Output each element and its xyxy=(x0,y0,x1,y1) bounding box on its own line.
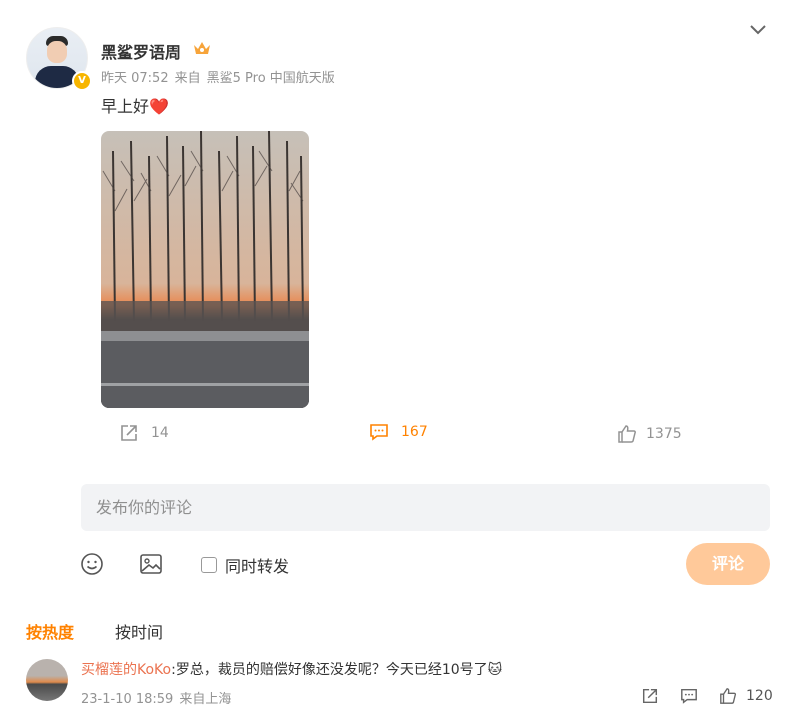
post-text: 早上好❤️ xyxy=(101,93,169,117)
repost-label: 同时转发 xyxy=(225,557,290,576)
chevron-down-icon[interactable] xyxy=(749,23,767,37)
repost-checkbox[interactable] xyxy=(201,557,217,573)
share-count: 14 xyxy=(151,425,169,441)
post-source: 黑鲨5 Pro 中国航天版 xyxy=(206,71,335,86)
comment-location: 来自上海 xyxy=(179,692,232,707)
comment-text: :罗总，裁员的赔偿好像还没发呢？今天已经10号了 xyxy=(171,662,488,678)
comment-icon xyxy=(370,424,388,441)
post-time[interactable]: 昨天 07:52 xyxy=(101,71,169,86)
post-meta: 昨天 07:52 来自 黑鲨5 Pro 中国航天版 xyxy=(101,67,341,86)
author-name[interactable]: 黑鲨罗语周 xyxy=(101,39,181,63)
comment-count: 167 xyxy=(401,424,428,440)
comment-reply-icon[interactable] xyxy=(679,687,699,705)
crown-icon xyxy=(194,42,210,54)
submit-comment-button[interactable]: 评论 xyxy=(686,543,770,585)
comment-share-icon[interactable] xyxy=(640,687,660,705)
tab-sort-time[interactable]: 按时间 xyxy=(115,619,163,643)
share-icon xyxy=(121,425,137,441)
like-count: 1375 xyxy=(646,426,682,442)
commenter-avatar[interactable] xyxy=(26,659,68,701)
thumbs-up-icon xyxy=(618,425,636,443)
post-photo[interactable] xyxy=(101,131,309,408)
comment-input[interactable] xyxy=(81,484,770,531)
comment-like-icon[interactable] xyxy=(718,687,738,705)
commenter-name[interactable]: 买榴莲的KoKo xyxy=(81,662,171,678)
verified-badge: V xyxy=(72,71,92,91)
comment-button[interactable]: 167 xyxy=(369,422,428,442)
image-icon[interactable] xyxy=(139,552,163,576)
share-button[interactable]: 14 xyxy=(119,423,169,443)
comment-content: 买榴莲的KoKo:罗总，裁员的赔偿好像还没发呢？今天已经10号了🐱 xyxy=(81,659,502,679)
repost-toggle[interactable]: 同时转发 xyxy=(201,553,289,577)
tab-sort-hot[interactable]: 按热度 xyxy=(26,619,74,643)
heart-icon: ❤️ xyxy=(149,97,169,116)
comment-like-count: 120 xyxy=(746,688,773,704)
comment-meta: 23-1-10 18:59 来自上海 xyxy=(81,688,237,707)
comment-actions: 120 xyxy=(640,687,773,705)
comment-date: 23-1-10 18:59 xyxy=(81,692,174,707)
like-button[interactable]: 1375 xyxy=(617,424,682,444)
cat-emoji-icon: 🐱 xyxy=(487,662,503,678)
post-text-content: 早上好 xyxy=(101,97,150,116)
source-prefix: 来自 xyxy=(174,71,201,86)
emoji-icon[interactable] xyxy=(80,552,104,576)
